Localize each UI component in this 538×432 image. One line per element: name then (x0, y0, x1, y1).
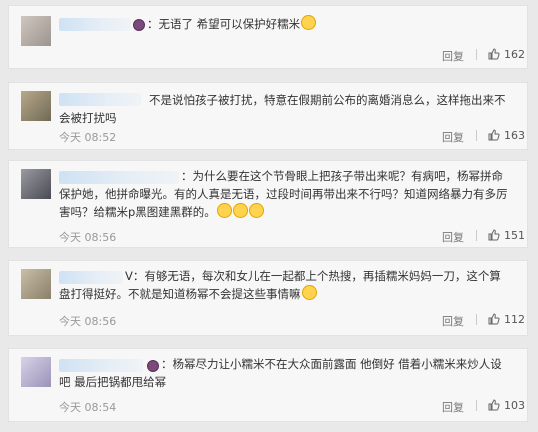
comment-text: V：有够无语，每次和女儿在一起都上个热搜，再插糯米妈妈一刀，这个算盘打得挺好。不… (59, 269, 501, 301)
divider (476, 230, 477, 241)
like-count: 163 (504, 129, 525, 142)
username-blurred[interactable] (59, 18, 131, 31)
comment-card: ：为什么要在这个节骨眼上把孩子带出来呢？有病吧，杨幂拼命保护她，他拼命曝光。有的… (8, 160, 528, 248)
comment-text: ：杨幂尽力让小糯米不在大众面前露面 他倒好 借着小糯米来炒人设吧 最后把锅都甩给… (59, 357, 502, 389)
avatar[interactable] (21, 91, 51, 121)
like-icon[interactable] (488, 48, 500, 60)
like-icon[interactable] (488, 129, 500, 141)
divider (476, 400, 477, 411)
emoji-icon (301, 285, 317, 300)
avatar[interactable] (21, 269, 51, 299)
emoji-icon (232, 203, 248, 218)
like-icon[interactable] (488, 313, 500, 325)
divider (476, 49, 477, 60)
member-badge-icon (133, 19, 145, 31)
emoji-icon (216, 203, 232, 218)
comment-text: 不是说怕孩子被打扰，特意在假期前公布的离婚消息么，这样拖出来不会被打扰吗 (59, 93, 506, 125)
reply-button[interactable]: 回复 (442, 129, 464, 145)
like-count: 151 (504, 229, 525, 242)
reply-button[interactable]: 回复 (442, 229, 464, 245)
comment-card: ：无语了 希望可以保护好糯米 回复 162 (8, 5, 528, 69)
emoji-icon (301, 15, 317, 30)
avatar[interactable] (21, 357, 51, 387)
comment-list: ：无语了 希望可以保护好糯米 回复 162 不是说怕孩子被打扰，特意在假期前公布… (0, 0, 538, 432)
reply-button[interactable]: 回复 (442, 399, 464, 415)
timestamp: 今天 08:56 (59, 315, 117, 328)
comment-card: 不是说怕孩子被打扰，特意在假期前公布的离婚消息么，这样拖出来不会被打扰吗 今天 … (8, 82, 528, 150)
divider (476, 314, 477, 325)
divider (476, 130, 477, 141)
comment-card: ：杨幂尽力让小糯米不在大众面前露面 他倒好 借着小糯米来炒人设吧 最后把锅都甩给… (8, 348, 528, 422)
comment-text: ：无语了 希望可以保护好糯米 (147, 15, 517, 33)
like-count: 112 (504, 313, 525, 326)
reply-button[interactable]: 回复 (442, 313, 464, 329)
like-count: 103 (504, 399, 525, 412)
timestamp: 今天 08:52 (59, 131, 117, 144)
avatar[interactable] (21, 169, 51, 199)
comment-card: V：有够无语，每次和女儿在一起都上个热搜，再插糯米妈妈一刀，这个算盘打得挺好。不… (8, 260, 528, 336)
comment-text: ：为什么要在这个节骨眼上把孩子带出来呢？有病吧，杨幂拼命保护她，他拼命曝光。有的… (59, 169, 508, 219)
timestamp: 今天 08:54 (59, 401, 117, 414)
like-icon[interactable] (488, 229, 500, 241)
emoji-icon (248, 203, 264, 218)
like-count: 162 (504, 48, 525, 61)
timestamp: 今天 08:56 (59, 231, 117, 244)
reply-button[interactable]: 回复 (442, 48, 464, 64)
avatar[interactable] (21, 16, 51, 46)
like-icon[interactable] (488, 399, 500, 411)
